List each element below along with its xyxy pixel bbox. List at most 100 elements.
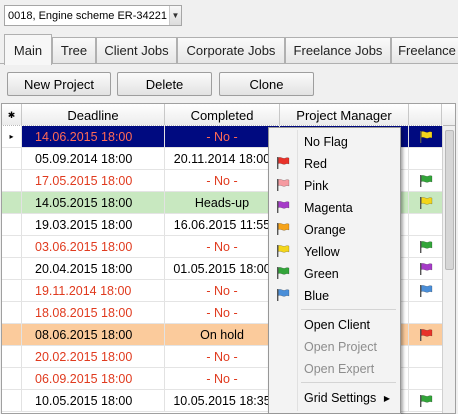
flag-yellow-icon: [277, 245, 290, 257]
flag-cell[interactable]: [409, 148, 442, 169]
deadline-cell[interactable]: 03.06.2015 18:00: [22, 236, 165, 257]
completed-cell[interactable]: 20.11.2014 18:00: [165, 148, 280, 169]
tab-freelance[interactable]: Freelance: [391, 37, 458, 63]
row-indicator[interactable]: [2, 368, 22, 389]
flag-yellow-icon-wrap: [276, 245, 292, 259]
menu-item-blue[interactable]: Blue: [271, 285, 398, 307]
flag-cell[interactable]: [409, 390, 442, 411]
flag-green-icon-wrap: [276, 267, 292, 281]
completed-cell[interactable]: 01.05.2015 18:00: [165, 258, 280, 279]
row-indicator[interactable]: [2, 170, 22, 191]
flag-cell[interactable]: [409, 346, 442, 367]
completed-cell[interactable]: Heads-up: [165, 192, 280, 213]
menu-item-pink[interactable]: Pink: [271, 175, 398, 197]
column-header-completed[interactable]: Completed: [165, 104, 280, 126]
menu-item-red[interactable]: Red: [271, 153, 398, 175]
menu-item-label: Grid Settings: [304, 391, 377, 405]
deadline-cell[interactable]: 19.03.2015 18:00: [22, 214, 165, 235]
column-header-deadline[interactable]: Deadline: [22, 104, 165, 126]
row-indicator[interactable]: [2, 324, 22, 345]
flag-cell[interactable]: [409, 302, 442, 323]
deadline-cell[interactable]: 20.02.2015 18:00: [22, 346, 165, 367]
menu-item-label: No Flag: [304, 135, 348, 149]
completed-cell[interactable]: - No -: [165, 346, 280, 367]
row-indicator[interactable]: [2, 280, 22, 301]
clone-button[interactable]: Clone: [219, 72, 314, 96]
completed-cell[interactable]: - No -: [165, 280, 280, 301]
row-indicator[interactable]: ▸: [2, 126, 22, 147]
flag-cell[interactable]: [409, 368, 442, 389]
flag-cell[interactable]: [409, 192, 442, 213]
new-project-button[interactable]: New Project: [7, 72, 111, 96]
flag-cell[interactable]: [409, 126, 442, 147]
flag-cell[interactable]: [409, 258, 442, 279]
flag-cell[interactable]: [409, 324, 442, 345]
tab-client-jobs[interactable]: Client Jobs: [96, 37, 177, 63]
deadline-cell[interactable]: 20.04.2015 18:00: [22, 258, 165, 279]
menu-item-no-flag[interactable]: No Flag: [271, 131, 398, 153]
deadline-cell[interactable]: 05.09.2014 18:00: [22, 148, 165, 169]
flag-cell[interactable]: [409, 170, 442, 191]
flag-magenta-icon: [419, 262, 432, 275]
flag-pink-icon-wrap: [276, 179, 292, 193]
flag-magenta-icon: [277, 201, 290, 213]
completed-cell[interactable]: - No -: [165, 368, 280, 389]
tab-freelance-jobs[interactable]: Freelance Jobs: [285, 37, 391, 63]
menu-item-orange[interactable]: Orange: [271, 219, 398, 241]
deadline-cell[interactable]: 14.06.2015 18:00: [22, 126, 165, 147]
tab-main[interactable]: Main: [4, 34, 52, 65]
deadline-cell[interactable]: 18.08.2015 18:00: [22, 302, 165, 323]
menu-item-open-expert: Open Expert: [271, 358, 398, 380]
row-indicator[interactable]: [2, 346, 22, 367]
menu-item-label: Open Project: [304, 340, 377, 354]
flag-cell[interactable]: [409, 280, 442, 301]
flag-cell[interactable]: [409, 236, 442, 257]
row-indicator[interactable]: [2, 192, 22, 213]
row-indicator[interactable]: [2, 302, 22, 323]
column-header-flag[interactable]: [409, 104, 442, 126]
menu-item-grid-settings[interactable]: Grid Settings ▶: [271, 387, 398, 409]
menu-item-label: Orange: [304, 223, 346, 237]
deadline-cell[interactable]: 10.05.2015 18:00: [22, 390, 165, 411]
vertical-scrollbar[interactable]: [442, 126, 455, 413]
tab-tree[interactable]: Tree: [52, 37, 96, 63]
chevron-down-icon[interactable]: ▼: [169, 6, 181, 25]
menu-item-green[interactable]: Green: [271, 263, 398, 285]
job-selector[interactable]: 0018, Engine scheme ER-34221 ▼: [4, 5, 182, 26]
completed-cell[interactable]: - No -: [165, 126, 280, 147]
menu-item-yellow[interactable]: Yellow: [271, 241, 398, 263]
flag-magenta-icon-wrap: [276, 201, 292, 215]
flag-cell[interactable]: [409, 214, 442, 235]
completed-cell[interactable]: - No -: [165, 170, 280, 191]
menu-item-open-client[interactable]: Open Client: [271, 314, 398, 336]
tab-label: Freelance Jobs: [293, 43, 383, 58]
delete-label: Delete: [145, 76, 184, 92]
completed-cell[interactable]: - No -: [165, 302, 280, 323]
tab-corporate-jobs[interactable]: Corporate Jobs: [177, 37, 285, 63]
row-indicator[interactable]: [2, 214, 22, 235]
flag-red-icon: [419, 328, 432, 341]
deadline-cell[interactable]: 19.11.2014 18:00: [22, 280, 165, 301]
deadline-cell[interactable]: 14.05.2015 18:00: [22, 192, 165, 213]
deadline-cell[interactable]: 17.05.2015 18:00: [22, 170, 165, 191]
deadline-cell[interactable]: 06.09.2015 18:00: [22, 368, 165, 389]
scrollbar-thumb[interactable]: [445, 130, 454, 270]
row-indicator[interactable]: [2, 258, 22, 279]
completed-cell[interactable]: - No -: [165, 236, 280, 257]
menu-item-label: Blue: [304, 289, 330, 303]
flag-yellow-icon: [419, 196, 432, 209]
deadline-cell[interactable]: 08.06.2015 18:00: [22, 324, 165, 345]
row-indicator-header[interactable]: ✱: [2, 104, 22, 126]
menu-item-label: Open Client: [304, 318, 371, 332]
completed-cell[interactable]: On hold: [165, 324, 280, 345]
completed-cell[interactable]: 16.06.2015 11:55: [165, 214, 280, 235]
menu-item-magenta[interactable]: Magenta: [271, 197, 398, 219]
completed-cell[interactable]: 10.05.2015 18:35: [165, 390, 280, 411]
row-indicator[interactable]: [2, 236, 22, 257]
delete-button[interactable]: Delete: [117, 72, 212, 96]
column-header-project-manager[interactable]: Project Manager: [280, 104, 409, 126]
row-indicator[interactable]: [2, 390, 22, 411]
flag-green-icon: [419, 174, 432, 187]
flag-orange-icon-wrap: [276, 223, 292, 237]
row-indicator[interactable]: [2, 148, 22, 169]
